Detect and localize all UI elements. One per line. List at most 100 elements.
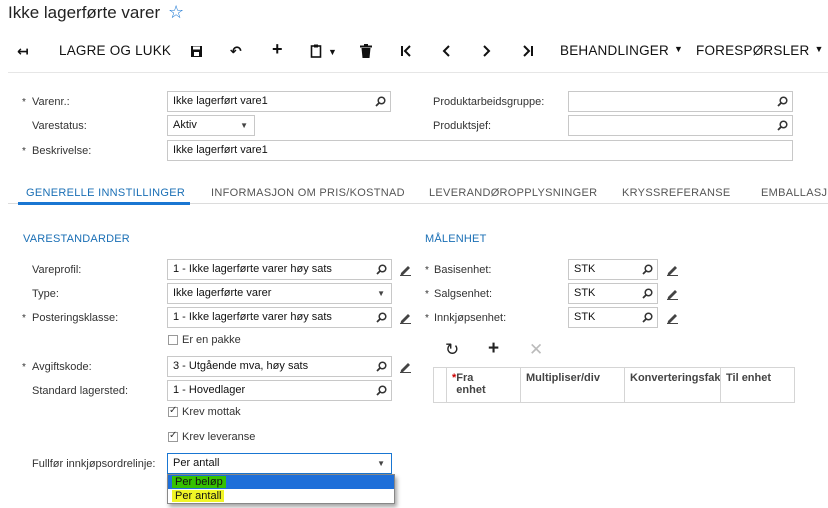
grid-header-to-unit[interactable]: Til enhet	[720, 368, 794, 402]
edit-pencil-icon[interactable]	[666, 287, 679, 300]
item-class-label: Vareprofil:	[32, 264, 82, 276]
is-kit-label: Er en pakke	[182, 334, 241, 346]
inquiries-menu-label: FORESPØRSLER	[696, 43, 810, 58]
tab-packaging[interactable]: EMBALLASJE	[761, 187, 828, 199]
item-defaults-heading: VARESTANDARDER	[23, 233, 130, 245]
save-icon[interactable]	[190, 42, 203, 60]
next-record-icon[interactable]	[482, 42, 492, 60]
conversion-grid: *Fra enhet Multipliser/div Konverterings…	[433, 367, 795, 403]
default-site-label: Standard lagersted:	[32, 385, 129, 397]
dropdown-option-per-amount[interactable]: Per beløp	[168, 475, 394, 489]
required-marker: *	[22, 97, 26, 108]
search-icon[interactable]	[375, 96, 386, 107]
is-kit-checkbox[interactable]	[168, 335, 178, 345]
description-label: Beskrivelse:	[32, 145, 92, 157]
grid-header-from-unit-label: Fra enhet	[456, 372, 486, 396]
type-label: Type:	[32, 288, 59, 300]
default-site-value: 1 - Hovedlager	[173, 384, 246, 396]
active-tab-indicator	[18, 202, 190, 205]
first-record-icon[interactable]	[400, 42, 412, 60]
default-site-input[interactable]: 1 - Hovedlager	[167, 380, 392, 401]
posting-class-value: 1 - Ikke lagerførte varer høy sats	[173, 311, 332, 323]
base-unit-label: Basisenhet:	[434, 264, 492, 276]
tab-vendor-details[interactable]: LEVERANDØROPPLYSNINGER	[429, 187, 597, 199]
description-input[interactable]: Ikke lagerført vare1	[167, 140, 793, 161]
inquiries-menu[interactable]: FORESPØRSLER ▼	[696, 42, 824, 60]
search-icon[interactable]	[376, 361, 387, 372]
require-receipt-checkbox[interactable]	[168, 405, 178, 417]
save-close-button[interactable]: LAGRE OG LUKK	[59, 42, 171, 60]
complete-po-line-select[interactable]: Per antall ▼	[167, 453, 392, 474]
edit-pencil-icon[interactable]	[399, 360, 412, 373]
edit-pencil-icon[interactable]	[399, 311, 412, 324]
tax-category-input[interactable]: 3 - Utgående mva, høy sats	[167, 356, 392, 377]
item-id-label: Varenr.:	[32, 96, 70, 108]
complete-po-line-value: Per antall	[173, 457, 220, 469]
tab-price-cost-info[interactable]: INFORMASJON OM PRIS/KOSTNAD	[211, 187, 405, 199]
required-marker: *	[22, 313, 26, 324]
favorite-star-icon[interactable]: ☆	[168, 2, 184, 23]
complete-po-line-label: Fullfør innkjøpsordrelinje:	[32, 458, 156, 470]
description-value: Ikke lagerført vare1	[173, 144, 268, 156]
undo-icon[interactable]: ↶	[230, 42, 242, 60]
tab-cross-reference[interactable]: KRYSSREFERANSE	[622, 187, 731, 199]
delete-icon[interactable]	[360, 42, 372, 60]
chevron-down-icon: ▼	[377, 289, 385, 298]
item-class-value: 1 - Ikke lagerførte varer høy sats	[173, 263, 332, 275]
required-marker: *	[22, 362, 26, 373]
product-workgroup-input[interactable]	[568, 91, 793, 112]
require-shipment-label: Krev leveranse	[182, 431, 256, 443]
search-icon[interactable]	[642, 288, 653, 299]
toolbar: ↤ LAGRE OG LUKK ↶ + ▼ BEHANDLINGER ▼ FORE…	[0, 36, 828, 66]
dropdown-option-label: Per beløp	[172, 476, 226, 488]
edit-pencil-icon[interactable]	[399, 263, 412, 276]
tab-general-settings[interactable]: GENERELLE INNSTILLINGER	[26, 187, 185, 199]
require-shipment-checkbox[interactable]	[168, 430, 178, 442]
status-label: Varestatus:	[32, 120, 87, 132]
grid-header-conversion-factor[interactable]: Konverteringsfak	[624, 368, 720, 402]
uom-heading: MÅLENHET	[425, 233, 487, 245]
add-row-icon[interactable]: +	[488, 338, 499, 360]
previous-record-icon[interactable]	[441, 42, 451, 60]
search-icon[interactable]	[376, 264, 387, 275]
search-icon[interactable]	[777, 96, 788, 107]
add-icon[interactable]: +	[272, 40, 283, 58]
posting-class-input[interactable]: 1 - Ikke lagerførte varer høy sats	[167, 307, 392, 328]
back-arrow-icon[interactable]: ↤	[17, 42, 29, 60]
sales-unit-value: STK	[574, 287, 596, 299]
base-unit-input[interactable]: STK	[568, 259, 658, 280]
type-select[interactable]: Ikke lagerførte varer ▼	[167, 283, 392, 304]
required-marker: *	[425, 265, 429, 276]
search-icon[interactable]	[376, 385, 387, 396]
required-marker: *	[425, 289, 429, 300]
dropdown-option-label: Per antall	[172, 490, 225, 502]
item-class-input[interactable]: 1 - Ikke lagerførte varer høy sats	[167, 259, 392, 280]
refresh-icon[interactable]: ↻	[445, 340, 459, 360]
purchase-unit-value: STK	[574, 311, 596, 323]
product-manager-input[interactable]	[568, 115, 793, 136]
sales-unit-input[interactable]: STK	[568, 283, 658, 304]
dropdown-option-per-quantity[interactable]: Per antall	[168, 489, 394, 503]
search-icon[interactable]	[777, 120, 788, 131]
status-select[interactable]: Aktiv ▼	[167, 115, 255, 136]
purchase-unit-label: Innkjøpsenhet:	[434, 312, 507, 324]
search-icon[interactable]	[642, 264, 653, 275]
status-value: Aktiv	[173, 119, 197, 131]
required-marker: *	[22, 146, 26, 157]
item-id-input[interactable]: Ikke lagerført vare1	[167, 91, 391, 112]
search-icon[interactable]	[376, 312, 387, 323]
edit-pencil-icon[interactable]	[666, 311, 679, 324]
grid-header-multiply-divide[interactable]: Multipliser/div	[520, 368, 624, 402]
copy-paste-icon[interactable]: ▼	[310, 42, 337, 60]
purchase-unit-input[interactable]: STK	[568, 307, 658, 328]
chevron-down-icon: ▼	[240, 121, 248, 130]
chevron-down-icon: ▼	[377, 459, 385, 468]
search-icon[interactable]	[642, 312, 653, 323]
edit-pencil-icon[interactable]	[666, 263, 679, 276]
toolbar-divider	[8, 72, 828, 73]
actions-menu[interactable]: BEHANDLINGER ▼	[560, 42, 683, 60]
last-record-icon[interactable]	[522, 42, 534, 60]
delete-row-icon[interactable]: ✕	[529, 340, 543, 360]
product-manager-label: Produktsjef:	[433, 120, 492, 132]
grid-header-from-unit[interactable]: *Fra enhet	[446, 368, 520, 402]
